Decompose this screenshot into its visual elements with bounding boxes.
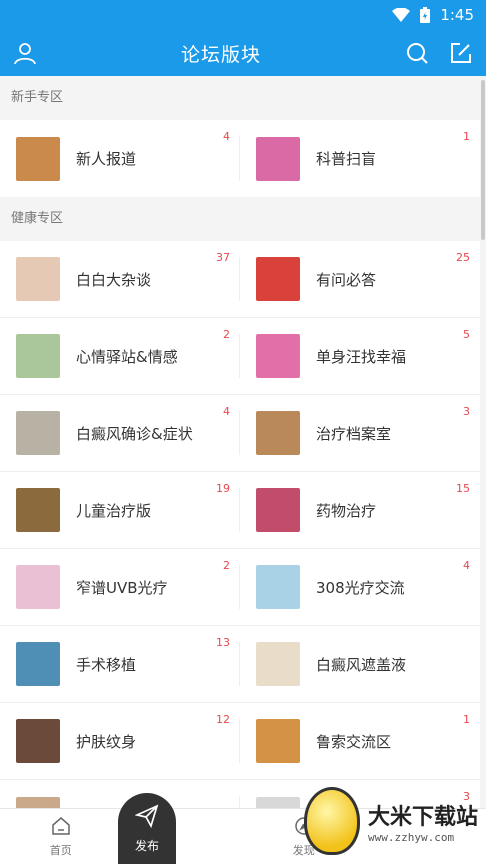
publish-label: 发布 — [134, 839, 159, 853]
health-grid: 白白大杂谈 37 有问必答 25 心情驿站&情感 2 单身汪找幸福 5 白癜风确… — [0, 241, 480, 808]
board-row: 白癜风确诊&症状 4 治疗档案室 3 — [0, 395, 480, 472]
board-item[interactable]: 护肤纹身 12 — [0, 703, 240, 779]
board-count: 5 — [463, 328, 470, 341]
board-label: 鲁索交流区 — [316, 732, 392, 751]
user-icon[interactable] — [12, 40, 38, 66]
board-thumbnail — [256, 642, 300, 686]
board-thumbnail — [16, 796, 60, 808]
board-thumbnail — [16, 488, 60, 532]
section-title-newbie: 新手专区 — [0, 76, 480, 120]
board-thumbnail — [16, 136, 60, 181]
board-thumbnail — [256, 796, 300, 808]
board-label: 白癜风遮盖液 — [316, 655, 407, 674]
board-label: 白癜风确诊&症状 — [76, 424, 193, 443]
newbie-grid: 新人报道 4 科普扫盲 1 — [0, 120, 480, 197]
tab-home-label: 首页 — [49, 843, 72, 857]
board-item[interactable]: 鲁索交流区 1 — [240, 703, 480, 779]
board-item[interactable]: 单身汪找幸福 5 — [240, 318, 480, 394]
board-row: 手术移植 13 白癜风遮盖液 — [0, 626, 480, 703]
board-label: 护肤纹身 — [76, 732, 137, 751]
scrollbar[interactable] — [481, 80, 485, 240]
board-thumbnail — [256, 334, 300, 378]
board-thumbnail — [256, 719, 300, 763]
board-thumbnail — [256, 565, 300, 609]
watermark-title: 大米下载站 — [368, 804, 479, 830]
board-label: 308光疗交流 — [316, 578, 405, 597]
board-item[interactable] — [0, 780, 240, 808]
board-item[interactable]: 药物治疗 15 — [240, 472, 480, 548]
watermark-url: www.zzhyw.com — [368, 830, 455, 844]
board-item[interactable]: 治疗档案室 3 — [240, 395, 480, 471]
board-label: 心情驿站&情感 — [76, 347, 178, 366]
search-icon[interactable] — [404, 40, 430, 66]
board-label: 新人报道 — [76, 150, 137, 168]
watermark-logo — [304, 787, 360, 855]
board-item[interactable]: 白癜风遮盖液 — [240, 626, 480, 702]
board-row: 白白大杂谈 37 有问必答 25 — [0, 241, 480, 318]
board-count: 4 — [463, 559, 470, 572]
board-count: 19 — [216, 482, 230, 495]
board-label: 白白大杂谈 — [76, 270, 152, 289]
home-icon — [51, 816, 71, 839]
board-item[interactable]: 白白大杂谈 37 — [0, 241, 240, 317]
board-count: 13 — [216, 636, 230, 649]
board-count: 12 — [216, 713, 230, 726]
board-count: 4 — [223, 405, 230, 418]
board-thumbnail — [16, 565, 60, 609]
board-thumbnail — [256, 257, 300, 301]
compose-icon[interactable] — [448, 40, 474, 66]
board-count: 37 — [216, 251, 230, 264]
status-bar: 1:45 — [0, 0, 486, 30]
board-label: 窄谱UVB光疗 — [76, 578, 168, 597]
board-item[interactable]: 308光疗交流 4 — [240, 549, 480, 625]
board-label: 科普扫盲 — [316, 150, 377, 168]
send-icon — [134, 804, 159, 831]
app-bar: 论坛版块 — [0, 30, 486, 76]
board-row: 新人报道 4 科普扫盲 1 — [0, 120, 480, 197]
page-title: 论坛版块 — [180, 43, 261, 66]
clock: 1:45 — [440, 6, 474, 24]
board-row: 儿童治疗版 19 药物治疗 15 — [0, 472, 480, 549]
tab-home[interactable]: 首页 — [0, 809, 122, 864]
watermark: 大米下载站 www.zzhyw.com — [300, 778, 486, 864]
board-count: 25 — [456, 251, 470, 264]
board-item[interactable]: 新人报道 4 — [0, 120, 240, 197]
board-thumbnail — [16, 411, 60, 455]
board-thumbnail — [256, 488, 300, 532]
board-label: 治疗档案室 — [316, 424, 392, 443]
board-count: 2 — [223, 328, 230, 341]
board-count: 1 — [463, 130, 470, 143]
board-label: 药物治疗 — [316, 501, 377, 520]
section-title-health: 健康专区 — [0, 197, 480, 241]
wifi-icon — [392, 8, 411, 22]
board-row: 心情驿站&情感 2 单身汪找幸福 5 — [0, 318, 480, 395]
board-label: 单身汪找幸福 — [316, 347, 407, 366]
board-item[interactable]: 窄谱UVB光疗 2 — [0, 549, 240, 625]
board-count: 3 — [463, 405, 470, 418]
board-label: 儿童治疗版 — [76, 501, 152, 520]
board-count: 4 — [223, 130, 230, 143]
board-item[interactable]: 儿童治疗版 19 — [0, 472, 240, 548]
board-item[interactable]: 白癜风确诊&症状 4 — [0, 395, 240, 471]
board-label: 有问必答 — [316, 270, 377, 289]
board-thumbnail — [16, 642, 60, 686]
board-count: 1 — [463, 713, 470, 726]
board-count: 2 — [223, 559, 230, 572]
board-item[interactable]: 手术移植 13 — [0, 626, 240, 702]
battery-icon — [420, 7, 431, 23]
board-thumbnail — [256, 136, 300, 181]
board-thumbnail — [16, 257, 60, 301]
board-row: 窄谱UVB光疗 2 308光疗交流 4 — [0, 549, 480, 626]
board-thumbnail — [256, 411, 300, 455]
board-item[interactable]: 心情驿站&情感 2 — [0, 318, 240, 394]
board-row: 护肤纹身 12 鲁索交流区 1 — [0, 703, 480, 780]
board-thumbnail — [16, 334, 60, 378]
board-item[interactable]: 科普扫盲 1 — [240, 120, 480, 197]
board-item[interactable]: 有问必答 25 — [240, 241, 480, 317]
publish-button[interactable]: 发布 — [118, 793, 176, 864]
forum-board-list: 新手专区 新人报道 4 科普扫盲 1 健康专区 白白大杂谈 37 有问必答 25… — [0, 76, 480, 808]
board-label: 手术移植 — [76, 655, 137, 674]
board-count: 15 — [456, 482, 470, 495]
board-thumbnail — [16, 719, 60, 763]
